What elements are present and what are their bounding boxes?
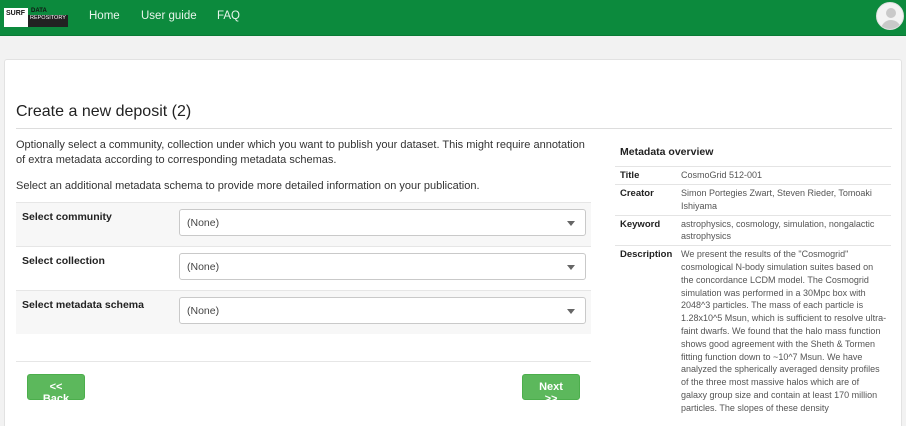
- nav-faq-link[interactable]: FAQ: [217, 10, 240, 22]
- nav-home-link[interactable]: Home: [89, 10, 120, 22]
- logo-surf: SURF: [4, 8, 28, 27]
- metadata-schema-select-value: (None): [187, 305, 220, 317]
- logo-repository: REPOSITORY: [28, 15, 68, 27]
- title-divider: [16, 128, 892, 129]
- community-select-value: (None): [187, 217, 220, 229]
- next-button[interactable]: Next >>: [522, 374, 580, 405]
- metadata-row-title: Title CosmoGrid 512-001: [615, 166, 891, 184]
- caret-down-icon: [567, 221, 575, 226]
- form-row-collection: Select collection (None): [16, 246, 591, 290]
- metadata-schema-label: Select metadata schema: [22, 299, 144, 311]
- form-row-metadata-schema: Select metadata schema (None): [16, 290, 591, 334]
- deposit-form: Select community (None) Select collectio…: [16, 202, 591, 334]
- avatar-body: [881, 20, 901, 29]
- schema-intro-text: Select an additional metadata schema to …: [16, 180, 480, 192]
- deposit-card: Create a new deposit (2) Optionally sele…: [4, 59, 902, 426]
- user-avatar-icon[interactable]: [876, 2, 904, 30]
- metadata-key: Description: [620, 249, 673, 261]
- page-title: Create a new deposit (2): [16, 103, 192, 120]
- metadata-key: Title: [620, 170, 640, 181]
- metadata-row-keyword: Keyword astrophysics, cosmology, simulat…: [615, 214, 891, 246]
- caret-down-icon: [567, 265, 575, 270]
- form-row-community: Select community (None): [16, 202, 591, 246]
- nav-user-guide-link[interactable]: User guide: [141, 10, 197, 22]
- form-divider: [16, 361, 591, 362]
- metadata-overview-panel: Metadata overview Title CosmoGrid 512-00…: [615, 138, 891, 417]
- collection-select[interactable]: (None): [179, 253, 586, 280]
- metadata-overview-heading: Metadata overview: [620, 146, 714, 158]
- metadata-schema-select[interactable]: (None): [179, 297, 586, 324]
- metadata-row-creator: Creator Simon Portegies Zwart, Steven Ri…: [615, 184, 891, 215]
- metadata-row-description: Description We present the results of th…: [615, 245, 891, 416]
- logo-data: DATA: [31, 8, 47, 14]
- avatar-head: [886, 8, 896, 18]
- metadata-key: Creator: [620, 188, 654, 199]
- community-select[interactable]: (None): [179, 209, 586, 236]
- back-button[interactable]: << Back: [27, 374, 85, 405]
- metadata-key: Keyword: [620, 218, 661, 230]
- metadata-value: Simon Portegies Zwart, Steven Rieder, To…: [681, 188, 872, 211]
- surf-data-repository-logo[interactable]: SURF DATA REPOSITORY: [4, 8, 68, 27]
- community-label: Select community: [22, 211, 112, 223]
- metadata-value: astrophysics, cosmology, simulation, non…: [681, 218, 875, 242]
- metadata-value: CosmoGrid 512-001: [681, 170, 763, 180]
- collection-label: Select collection: [22, 255, 105, 267]
- caret-down-icon: [567, 309, 575, 314]
- top-navbar: SURF DATA REPOSITORY Home User guide FAQ: [0, 0, 906, 36]
- collection-select-value: (None): [187, 261, 220, 273]
- metadata-value: We present the results of the "Cosmogrid…: [681, 249, 887, 413]
- intro-text: Optionally select a community, collectio…: [16, 139, 585, 166]
